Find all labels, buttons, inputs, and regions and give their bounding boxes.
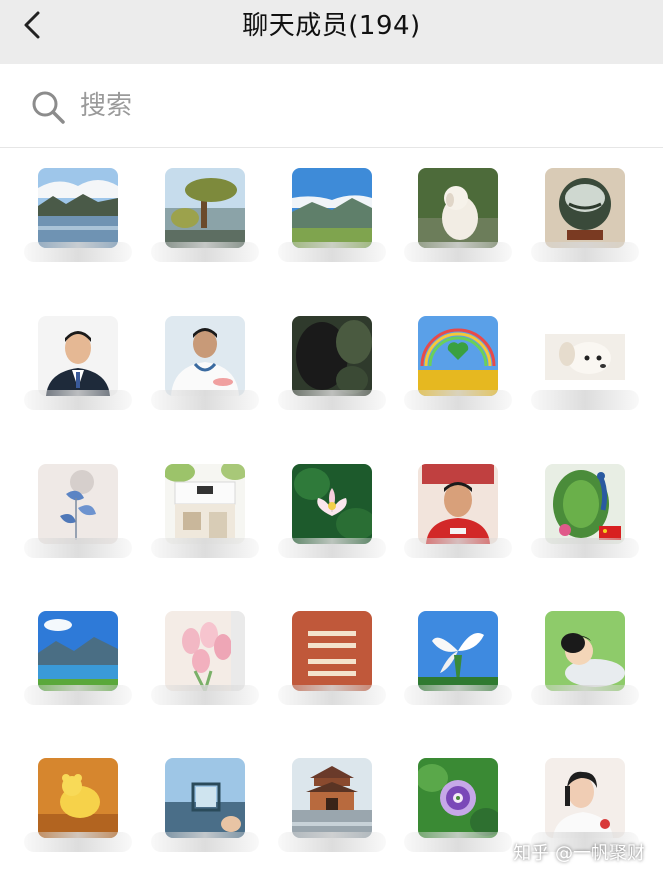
member-item[interactable] <box>525 591 645 711</box>
member-avatar <box>418 758 498 838</box>
member-item[interactable] <box>525 296 645 416</box>
member-item[interactable] <box>398 444 518 564</box>
member-item[interactable] <box>18 591 138 711</box>
watermark: 知乎 @一帆聚财 <box>513 843 645 864</box>
member-name <box>145 238 265 266</box>
member-name <box>272 386 392 414</box>
member-item[interactable] <box>145 296 265 416</box>
member-item[interactable] <box>18 148 138 268</box>
member-item[interactable] <box>398 738 518 858</box>
member-name <box>18 828 138 856</box>
member-avatar <box>38 168 118 248</box>
member-item[interactable] <box>272 591 392 711</box>
member-item[interactable] <box>145 591 265 711</box>
member-avatar <box>165 316 245 396</box>
member-item[interactable] <box>272 738 392 858</box>
member-name <box>272 681 392 709</box>
member-item[interactable] <box>398 296 518 416</box>
member-avatar <box>292 758 372 838</box>
member-item[interactable] <box>145 738 265 858</box>
member-avatar <box>292 611 372 691</box>
member-avatar <box>418 168 498 248</box>
member-name <box>398 828 518 856</box>
page-title: 聊天成员(194) <box>242 11 421 41</box>
member-avatar <box>545 464 625 544</box>
member-avatar <box>165 464 245 544</box>
member-name <box>18 386 138 414</box>
member-avatar <box>418 316 498 396</box>
search-input[interactable] <box>80 86 600 126</box>
member-item[interactable] <box>145 148 265 268</box>
member-name <box>398 238 518 266</box>
member-item[interactable] <box>272 444 392 564</box>
member-item[interactable] <box>18 738 138 858</box>
member-avatar <box>38 758 118 838</box>
member-avatar <box>545 168 625 248</box>
member-avatar <box>418 611 498 691</box>
member-name <box>272 238 392 266</box>
member-avatar <box>38 464 118 544</box>
member-name <box>398 386 518 414</box>
member-name <box>272 828 392 856</box>
member-name <box>18 534 138 562</box>
member-name <box>145 681 265 709</box>
member-name <box>398 534 518 562</box>
member-name <box>398 681 518 709</box>
member-name <box>145 828 265 856</box>
member-name <box>525 238 645 266</box>
member-avatar <box>545 611 625 691</box>
member-item[interactable] <box>272 148 392 268</box>
member-name <box>272 534 392 562</box>
member-name <box>525 386 645 414</box>
member-item[interactable] <box>18 444 138 564</box>
member-avatar <box>38 611 118 691</box>
member-name <box>525 534 645 562</box>
member-item[interactable] <box>398 148 518 268</box>
member-avatar <box>165 758 245 838</box>
member-avatar <box>292 168 372 248</box>
member-item[interactable] <box>398 591 518 711</box>
member-name <box>145 534 265 562</box>
member-name <box>18 681 138 709</box>
member-item[interactable] <box>18 296 138 416</box>
member-name <box>145 386 265 414</box>
member-name <box>525 681 645 709</box>
member-avatar <box>545 758 625 838</box>
member-avatar <box>38 316 118 396</box>
member-avatar <box>545 316 625 396</box>
search-bar[interactable] <box>0 64 663 148</box>
member-grid <box>0 148 663 881</box>
member-item[interactable] <box>525 444 645 564</box>
member-item[interactable] <box>272 296 392 416</box>
member-avatar <box>165 168 245 248</box>
member-avatar <box>418 464 498 544</box>
member-name <box>18 238 138 266</box>
member-avatar <box>292 464 372 544</box>
member-avatar <box>165 611 245 691</box>
top-bar: 聊天成员(194) <box>0 0 663 64</box>
member-avatar <box>292 316 372 396</box>
search-icon <box>32 91 65 124</box>
member-item[interactable] <box>525 148 645 268</box>
member-item[interactable] <box>145 444 265 564</box>
